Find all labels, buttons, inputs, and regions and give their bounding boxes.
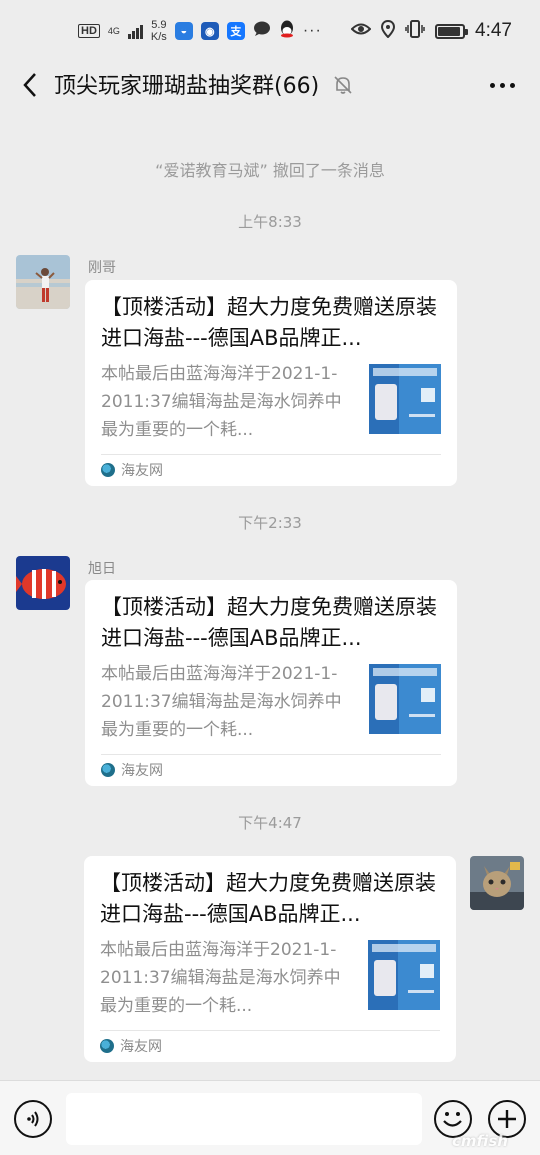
card-source: 海友网 — [101, 460, 163, 480]
card-source: 海友网 — [100, 1036, 162, 1056]
avatar[interactable] — [16, 255, 70, 309]
qq-icon — [279, 20, 295, 43]
message-timestamp: 上午8:33 — [238, 213, 302, 231]
network-type: 4G — [107, 25, 120, 36]
dot-icon — [499, 82, 505, 88]
voice-input-button[interactable] — [14, 1100, 52, 1138]
vibrate-icon — [405, 19, 425, 43]
source-label: 海友网 — [121, 463, 163, 479]
link-card[interactable]: 【顶楼活动】超大力度免费赠送原装进口海盐---德国AB品牌正... 本帖最后由蓝… — [85, 580, 457, 786]
status-bar: HD 4G 5.9 K/s ◒ ◉ 支 ··· 4:47 — [0, 0, 540, 62]
card-thumbnail — [369, 364, 441, 434]
smiley-icon — [443, 1112, 462, 1127]
card-title: 【顶楼活动】超大力度免费赠送原装进口海盐---德国AB品牌正... — [101, 295, 437, 350]
avatar[interactable] — [16, 556, 70, 610]
card-description: 本帖最后由蓝海海洋于2021-1-2011:37编辑海盐是海水饲养中最为重要的一… — [101, 664, 342, 740]
card-title: 【顶楼活动】超大力度免费赠送原装进口海盐---德国AB品牌正... — [101, 595, 437, 650]
network-speed: 5.9 K/s — [151, 19, 167, 43]
chat-header: 顶尖玩家珊瑚盐抽奖群(66) — [0, 62, 540, 108]
watermark: cmfish — [452, 1132, 508, 1150]
status-right: 4:47 — [350, 19, 512, 43]
message-bubble-icon — [253, 21, 271, 42]
browser-app-icon: ◒ — [174, 22, 193, 40]
plus-icon — [498, 1110, 516, 1128]
voice-icon — [27, 1111, 39, 1127]
back-button[interactable] — [16, 70, 44, 100]
speed-value: 5.9 — [151, 19, 167, 31]
sender-name: 刚哥 — [88, 260, 116, 276]
mute-bell-icon — [332, 74, 354, 96]
self-avatar[interactable] — [470, 856, 524, 910]
hd-badge: HD — [78, 24, 100, 38]
signal-icon — [127, 23, 143, 39]
more-notifications-icon: ··· — [302, 22, 322, 39]
sender-name: 旭日 — [88, 561, 116, 577]
card-thumbnail — [368, 940, 440, 1010]
card-thumbnail — [369, 664, 441, 734]
card-source: 海友网 — [101, 760, 163, 780]
source-logo-icon — [100, 1039, 114, 1053]
speed-unit: K/s — [150, 31, 167, 43]
recall-notice: “爱诺教育马斌” 撤回了一条消息 — [155, 161, 385, 180]
camera-app-icon: ◉ — [200, 22, 219, 40]
card-divider — [100, 1030, 440, 1031]
message-input[interactable] — [66, 1093, 422, 1145]
card-description: 本帖最后由蓝海海洋于2021-1-2011:37编辑海盐是海水饲养中最为重要的一… — [100, 940, 341, 1016]
clock: 4:47 — [475, 20, 512, 41]
source-label: 海友网 — [120, 1039, 162, 1055]
link-card[interactable]: 【顶楼活动】超大力度免费赠送原装进口海盐---德国AB品牌正... 本帖最后由蓝… — [84, 856, 456, 1062]
dot-icon — [509, 82, 515, 88]
source-logo-icon — [101, 463, 115, 477]
status-left: HD 4G 5.9 K/s ◒ ◉ 支 ··· — [78, 19, 322, 43]
source-logo-icon — [101, 763, 115, 777]
dot-icon — [489, 82, 495, 88]
chat-title: 顶尖玩家珊瑚盐抽奖群(66) — [54, 74, 320, 99]
card-divider — [101, 754, 441, 755]
back-arrow-icon — [23, 73, 36, 97]
alipay-icon: 支 — [226, 22, 245, 40]
source-label: 海友网 — [121, 763, 163, 779]
location-icon — [381, 19, 396, 43]
more-options-button[interactable] — [484, 72, 520, 98]
battery-icon — [435, 23, 469, 39]
card-description: 本帖最后由蓝海海洋于2021-1-2011:37编辑海盐是海水饲养中最为重要的一… — [101, 364, 342, 440]
message-timestamp: 下午2:33 — [238, 514, 302, 532]
card-title: 【顶楼活动】超大力度免费赠送原装进口海盐---德国AB品牌正... — [100, 871, 436, 926]
card-divider — [101, 454, 441, 455]
link-card[interactable]: 【顶楼活动】超大力度免费赠送原装进口海盐---德国AB品牌正... 本帖最后由蓝… — [85, 280, 457, 486]
eye-comfort-icon — [350, 22, 372, 41]
message-timestamp: 下午4:47 — [238, 814, 302, 832]
